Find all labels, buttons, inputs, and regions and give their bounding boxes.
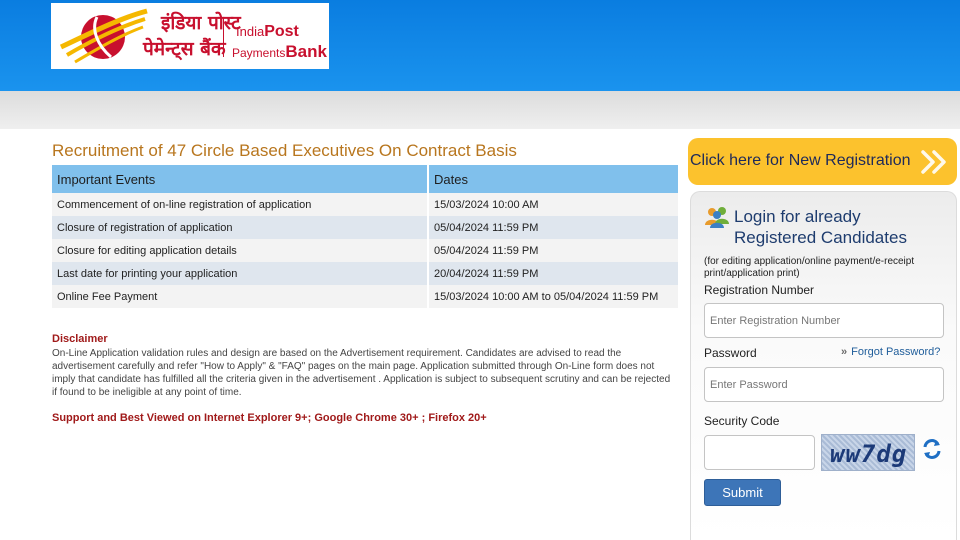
- login-panel: Login for already Registered Candidates …: [690, 191, 957, 540]
- captcha-image: ww7dg: [821, 434, 915, 471]
- forgot-password-label: Forgot Password?: [851, 346, 941, 358]
- date-cell: 05/04/2024 11:59 PM: [428, 216, 680, 239]
- registration-number-label: Registration Number: [704, 283, 815, 297]
- new-registration-label: Click here for New Registration: [690, 152, 911, 169]
- logo-en-india: India: [236, 24, 265, 39]
- date-cell: 15/03/2024 10:00 AM to 05/04/2024 11:59 …: [428, 285, 680, 308]
- event-cell: Closure of registration of application: [52, 216, 429, 239]
- logo-en-post: Post: [264, 23, 299, 40]
- captcha-text: ww7dg: [830, 440, 908, 468]
- event-cell: Closure for editing application details: [52, 239, 429, 262]
- table-header-row: Important Events Dates: [52, 165, 680, 193]
- submit-button[interactable]: Submit: [704, 479, 781, 506]
- table-row: Last date for printing your application …: [52, 262, 680, 285]
- page-title: Recruitment of 47 Circle Based Executive…: [52, 141, 517, 160]
- nav-band: [0, 91, 960, 129]
- date-cell: 05/04/2024 11:59 PM: [428, 239, 680, 262]
- security-code-label: Security Code: [704, 414, 780, 428]
- double-chevron-right-icon: »: [841, 346, 848, 358]
- date-cell: 15/03/2024 10:00 AM: [428, 193, 680, 216]
- login-title: Login for already Registered Candidates: [734, 206, 907, 248]
- logo-en-bank: Bank: [285, 42, 327, 61]
- login-title-line1: Login for already: [734, 207, 861, 226]
- table-row: Closure of registration of application 0…: [52, 216, 680, 239]
- site-header: इंडिया पोस्ट पेमेन्ट्स बैंक IndiaPost Pa…: [0, 0, 960, 91]
- login-note: (for editing application/online payment/…: [704, 256, 915, 279]
- security-code-input[interactable]: [704, 435, 815, 470]
- forgot-password-link[interactable]: » Forgot Password?: [841, 346, 940, 358]
- logo-en-payments: Payments: [232, 46, 286, 60]
- refresh-icon[interactable]: [921, 438, 943, 460]
- logo-divider: [223, 17, 224, 57]
- logo-hindi-line2: पेमेन्ट्स बैंक: [143, 38, 226, 60]
- disclaimer-title: Disclaimer: [52, 333, 108, 345]
- users-icon: [705, 207, 729, 228]
- ippb-logo[interactable]: इंडिया पोस्ट पेमेन्ट्स बैंक IndiaPost Pa…: [51, 3, 329, 69]
- column-header-events: Important Events: [52, 165, 429, 193]
- event-cell: Commencement of on-line registration of …: [52, 193, 429, 216]
- event-cell: Last date for printing your application: [52, 262, 429, 285]
- important-events-table: Important Events Dates Commencement of o…: [52, 165, 680, 308]
- column-header-dates: Dates: [428, 165, 680, 193]
- new-registration-button[interactable]: Click here for New Registration: [688, 138, 957, 185]
- disclaimer-text: On-Line Application validation rules and…: [52, 348, 671, 398]
- date-cell: 20/04/2024 11:59 PM: [428, 262, 680, 285]
- login-title-line2: Registered Candidates: [734, 228, 907, 247]
- logo-en-line1: IndiaPost: [236, 23, 299, 41]
- table-row: Online Fee Payment 15/03/2024 10:00 AM t…: [52, 285, 680, 308]
- registration-number-input[interactable]: [704, 303, 944, 338]
- logo-en-line2: PaymentsBank: [232, 42, 327, 62]
- ippb-logo-mark-icon: [59, 8, 148, 64]
- logo-hindi-line1: इंडिया पोस्ट: [161, 12, 241, 34]
- password-input[interactable]: [704, 367, 944, 402]
- password-label: Password: [704, 346, 757, 360]
- table-row: Commencement of on-line registration of …: [52, 193, 680, 216]
- table-row: Closure for editing application details …: [52, 239, 680, 262]
- browser-support-note: Support and Best Viewed on Internet Expl…: [52, 412, 487, 424]
- event-cell: Online Fee Payment: [52, 285, 429, 308]
- double-chevron-right-icon: [921, 150, 946, 174]
